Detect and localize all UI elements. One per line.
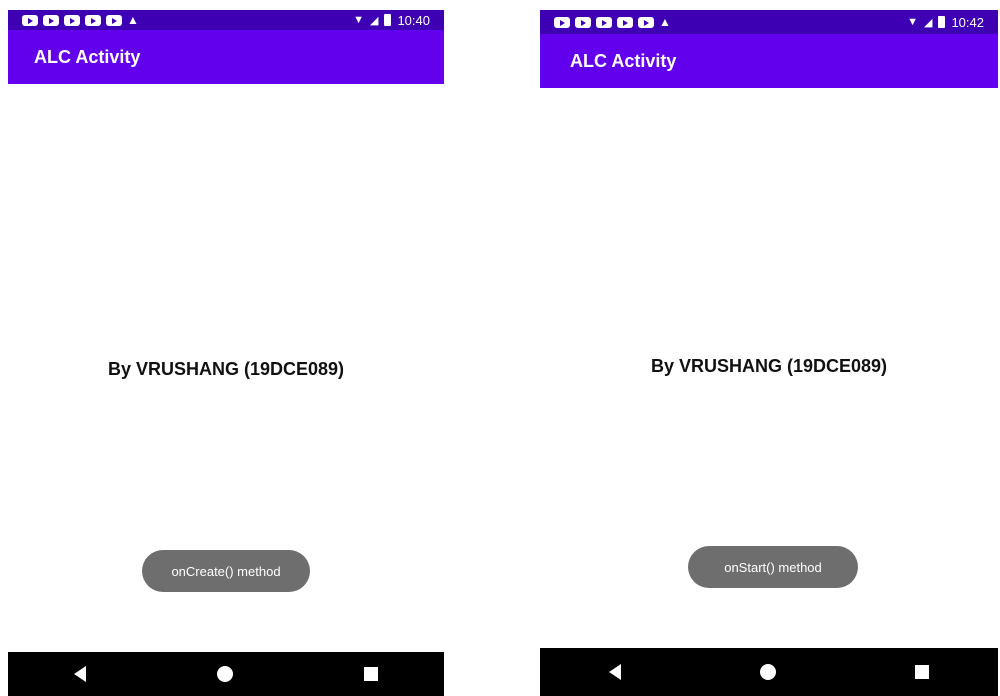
toast-message: onCreate() method [142,550,310,592]
app-title: ALC Activity [34,46,141,67]
wifi-icon: ▼ [907,16,918,28]
warning-icon: ▲ [659,15,671,29]
navigation-bar [540,648,998,696]
author-text: By VRUSHANG (19DCE089) [650,356,888,376]
notification-icon [575,16,591,28]
recents-icon[interactable] [364,667,379,681]
status-time: 10:40 [397,12,430,28]
app-title: ALC Activity [570,50,677,71]
notification-icon [638,16,654,28]
status-time: 10:42 [951,14,984,30]
phone-screen-right: ▲ ▼ ◢ 10:42 ALC Activity By VRUSHANG (19… [540,10,998,696]
warning-icon: ▲ [127,13,139,27]
phone-screen-left: ▲ ▼ ◢ 10:40 ALC Activity By VRUSHANG (19… [8,10,444,696]
recents-icon[interactable] [914,665,929,679]
navigation-bar [8,652,444,696]
battery-icon [384,14,392,26]
signal-icon: ◢ [369,14,379,27]
wifi-icon: ▼ [353,14,364,26]
notification-icon [106,14,122,26]
activity-content: By VRUSHANG (19DCE089) onStart() method [540,88,998,648]
app-bar: ALC Activity [540,34,998,88]
home-icon[interactable] [759,664,776,680]
battery-icon [938,16,946,28]
home-icon[interactable] [216,666,233,682]
signal-icon: ◢ [923,16,933,29]
notification-icon [22,14,38,26]
author-text: By VRUSHANG (19DCE089) [107,359,345,379]
status-bar: ▲ ▼ ◢ 10:42 [540,10,998,34]
back-icon[interactable] [73,666,86,682]
notification-icon [617,16,633,28]
activity-content: By VRUSHANG (19DCE089) onCreate() method [8,84,444,652]
notification-icon [85,14,101,26]
notification-icon [554,16,570,28]
notification-icon [43,14,59,26]
status-bar: ▲ ▼ ◢ 10:40 [8,10,444,30]
notification-icon [596,16,612,28]
back-icon[interactable] [609,664,622,680]
app-bar: ALC Activity [8,30,444,84]
notification-icon [64,14,80,26]
toast-message: onStart() method [688,546,858,588]
